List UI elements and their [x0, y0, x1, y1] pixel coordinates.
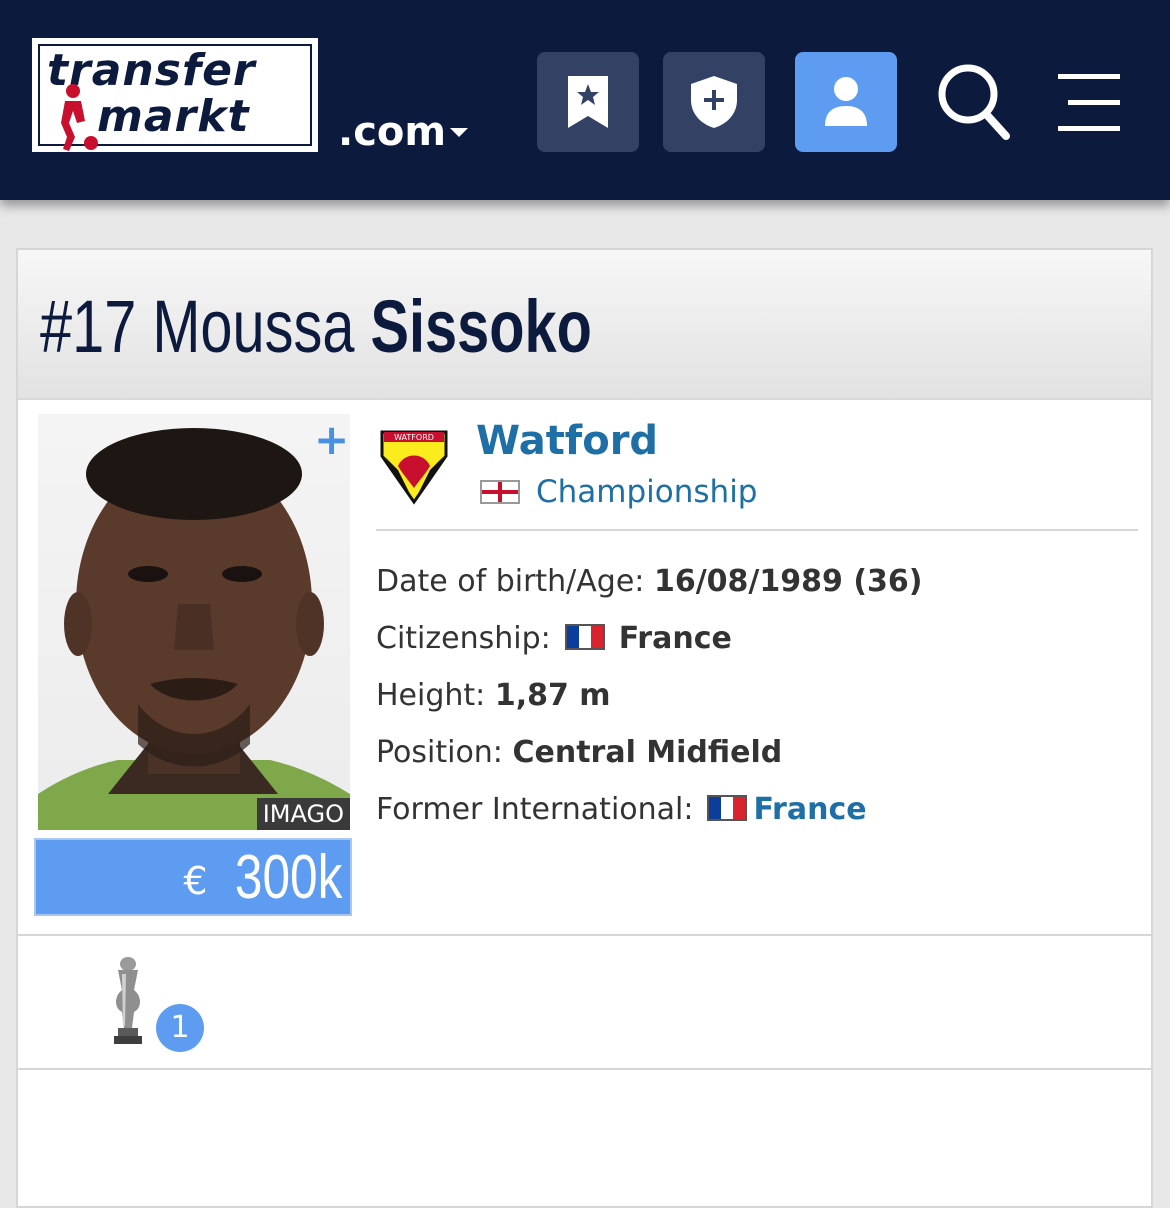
citizenship-value: France — [618, 621, 732, 656]
dob-value: 16/08/1989 (36) — [653, 564, 923, 599]
france-flag-icon — [707, 795, 748, 821]
clubs-button[interactable] — [663, 52, 765, 152]
photo-credit: IMAGO — [256, 798, 350, 830]
player-card: #17 Moussa Sissoko IMAGO + €300k WATFORD — [16, 248, 1153, 1208]
user-icon — [825, 77, 867, 126]
domain-selector[interactable]: .com — [338, 108, 446, 156]
club-link[interactable]: Watford — [476, 416, 658, 466]
dob-label: Date of birth/Age: — [376, 564, 645, 599]
transfermarkt-logo[interactable]: transfer markt — [32, 38, 318, 152]
position-value: Central Midfield — [512, 735, 783, 770]
divider — [18, 1068, 1151, 1070]
league-link[interactable]: Championship — [536, 472, 757, 512]
market-value-box[interactable]: €300k — [34, 838, 352, 916]
player-title-bar: #17 Moussa Sissoko — [18, 250, 1151, 400]
dob-row: Date of birth/Age: 16/08/1989 (36) — [376, 562, 923, 602]
divider — [376, 529, 1138, 531]
hamburger-menu-icon[interactable] — [1058, 74, 1120, 132]
england-flag-icon — [480, 480, 520, 504]
height-row: Height: 1,87 m — [376, 676, 611, 716]
position-label: Position: — [376, 735, 503, 770]
market-value-amount: 300k — [234, 843, 342, 912]
citizenship-label: Citizenship: — [376, 621, 551, 656]
player-first-name: Moussa — [152, 285, 355, 368]
height-label: Height: — [376, 678, 486, 713]
market-value-currency: € — [183, 859, 208, 903]
search-icon[interactable] — [936, 62, 1012, 142]
svg-text:WATFORD: WATFORD — [394, 433, 434, 442]
position-row: Position: Central Midfield — [376, 733, 782, 773]
height-value: 1,87 m — [494, 678, 611, 713]
former-international-row: Former International: France — [376, 790, 867, 830]
top-header: transfer markt .com — [0, 0, 1170, 200]
trophy-icon[interactable] — [108, 956, 148, 1048]
player-photo[interactable]: IMAGO — [38, 414, 350, 830]
former-international-label: Former International: — [376, 792, 694, 827]
france-flag-icon — [564, 624, 605, 650]
page-title: #17 Moussa Sissoko — [40, 284, 592, 370]
add-player-button[interactable]: + — [314, 418, 349, 462]
citizenship-row: Citizenship: France — [376, 619, 732, 659]
trophy-count-badge: 1 — [156, 1004, 204, 1052]
shield-plus-icon — [691, 76, 737, 128]
watford-crest-icon[interactable]: WATFORD — [378, 426, 450, 506]
player-last-name: Sissoko — [370, 285, 592, 368]
bookmark-star-icon — [568, 76, 608, 128]
logo-text-markt: markt — [97, 91, 250, 142]
divider — [18, 934, 1151, 936]
bookmarks-button[interactable] — [537, 52, 639, 152]
former-international-link[interactable]: France — [753, 790, 866, 830]
player-portrait-image — [38, 428, 350, 830]
chevron-down-icon[interactable] — [450, 128, 468, 137]
profile-button[interactable] — [795, 52, 897, 152]
shirt-number: #17 — [40, 285, 137, 368]
